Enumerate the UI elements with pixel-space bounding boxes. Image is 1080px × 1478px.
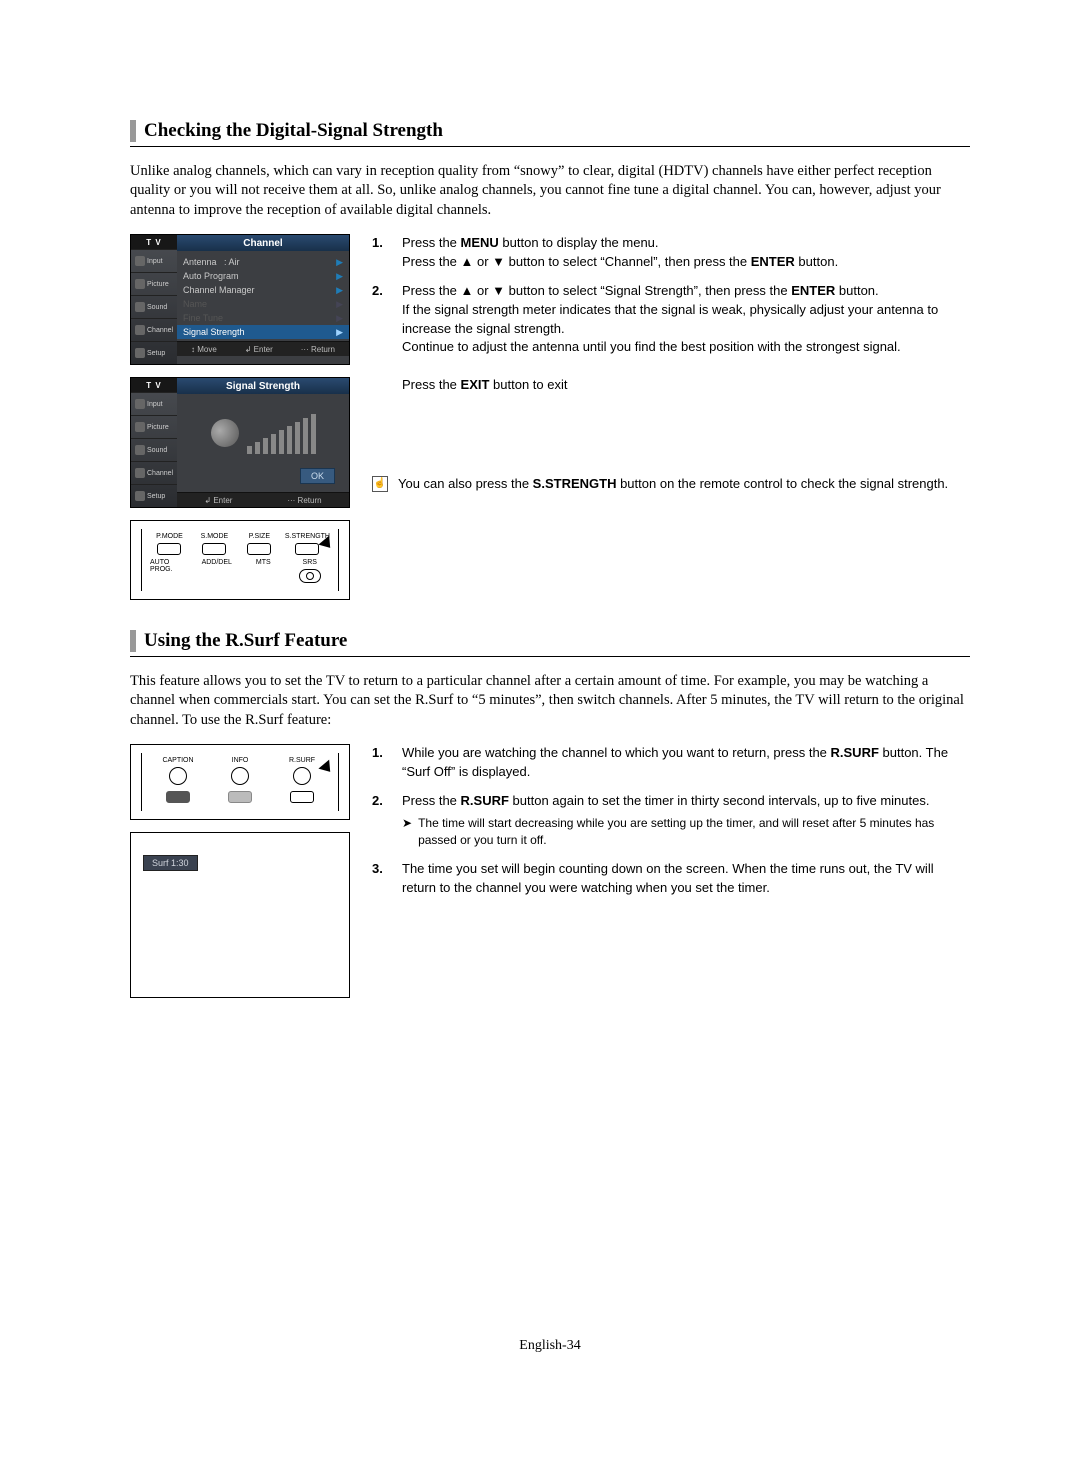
osd-tv-label: T V [131, 235, 177, 249]
section-heading: Checking the Digital-Signal Strength [130, 120, 970, 142]
osd-tv-label: T V [131, 378, 177, 392]
sidebar-item-sound: Sound [131, 438, 177, 461]
menu-item-name: Name▶ [183, 297, 343, 311]
section-intro: This feature allows you to set the TV to… [130, 672, 970, 731]
osd-header: Channel [177, 235, 349, 251]
remote-fragment-sstrength: P.MODE S.MODE P.SIZE S.STRENGTH AUTO PRO… [130, 520, 350, 600]
dish-icon [207, 415, 243, 451]
sidebar-item-input: Input [131, 249, 177, 272]
remote-caption: CAPTION [150, 757, 206, 785]
pointer-arrow-icon [318, 760, 335, 777]
page-number: English-34 [130, 1338, 970, 1354]
remote-blank [274, 791, 330, 803]
osd-footer: ↕ Move↲ Enter··· Return [177, 341, 349, 356]
remote-blank [150, 791, 206, 803]
menu-item-autoprogram: Auto Program▶ [183, 269, 343, 283]
remote-fragment-rsurf: CAPTION INFO R.SURF [130, 744, 350, 820]
osd-header: Signal Strength [177, 378, 349, 394]
step-3: 3. The time you set will begin counting … [372, 860, 970, 898]
remote-rsurf: R.SURF [274, 757, 330, 785]
remote-sstrength: S.STRENGTH [285, 533, 330, 555]
sidebar-item-picture: Picture [131, 415, 177, 438]
remote-smode: S.MODE [195, 533, 234, 555]
sub-note: ➤ The time will start decreasing while y… [402, 815, 970, 850]
instruction-list: 1. Press the MENU button to display the … [372, 234, 970, 395]
step-2: 2. Press the ▲ or ▼ button to select “Si… [372, 282, 970, 395]
section-intro: Unlike analog channels, which can vary i… [130, 162, 970, 221]
section-heading: Using the R.Surf Feature [130, 630, 970, 652]
menu-item-signalstrength: Signal Strength▶ [177, 325, 349, 339]
osd-signal-strength: T V Input Picture Sound Channel Setup Si… [130, 377, 350, 508]
osd-channel-menu: T V Input Picture Sound Channel Setup Ch… [130, 234, 350, 365]
menu-item-channelmanager: Channel Manager▶ [183, 283, 343, 297]
osd-footer: ↲ Enter··· Return [177, 492, 349, 507]
divider [130, 146, 970, 147]
divider [130, 656, 970, 657]
remote-srs: SRS [290, 559, 331, 583]
arrow-right-icon: ➤ [402, 815, 412, 850]
surf-display-box: Surf 1:30 [130, 832, 350, 998]
sidebar-item-sound: Sound [131, 295, 177, 318]
remote-mts: MTS [243, 559, 284, 567]
menu-item-antenna: Antenna : Air▶ [183, 255, 343, 269]
sidebar-item-input: Input [131, 392, 177, 415]
remote-blank [212, 791, 268, 803]
tip-note: ☝ You can also press the S.STRENGTH butt… [372, 475, 970, 494]
sidebar-item-channel: Channel [131, 461, 177, 484]
surf-timer-chip: Surf 1:30 [143, 855, 198, 871]
sidebar-item-channel: Channel [131, 318, 177, 341]
step-1: 1. While you are watching the channel to… [372, 744, 970, 782]
menu-item-finetune: Fine Tune▶ [183, 311, 343, 325]
remote-autoprog: AUTO PROG. [150, 559, 191, 567]
instruction-list: 1. While you are watching the channel to… [372, 744, 970, 897]
remote-info: INFO [212, 757, 268, 785]
remote-adddel: ADD/DEL [197, 559, 238, 567]
step-2: 2. Press the R.SURF button again to set … [372, 792, 970, 850]
sidebar-item-setup: Setup [131, 341, 177, 364]
sidebar-item-picture: Picture [131, 272, 177, 295]
sidebar-item-setup: Setup [131, 484, 177, 507]
remote-psize: P.SIZE [240, 533, 279, 555]
signal-bars-icon [247, 412, 316, 454]
remote-pmode: P.MODE [150, 533, 189, 555]
ok-button: OK [300, 468, 335, 484]
step-1: 1. Press the MENU button to display the … [372, 234, 970, 272]
hand-icon: ☝ [372, 476, 388, 492]
